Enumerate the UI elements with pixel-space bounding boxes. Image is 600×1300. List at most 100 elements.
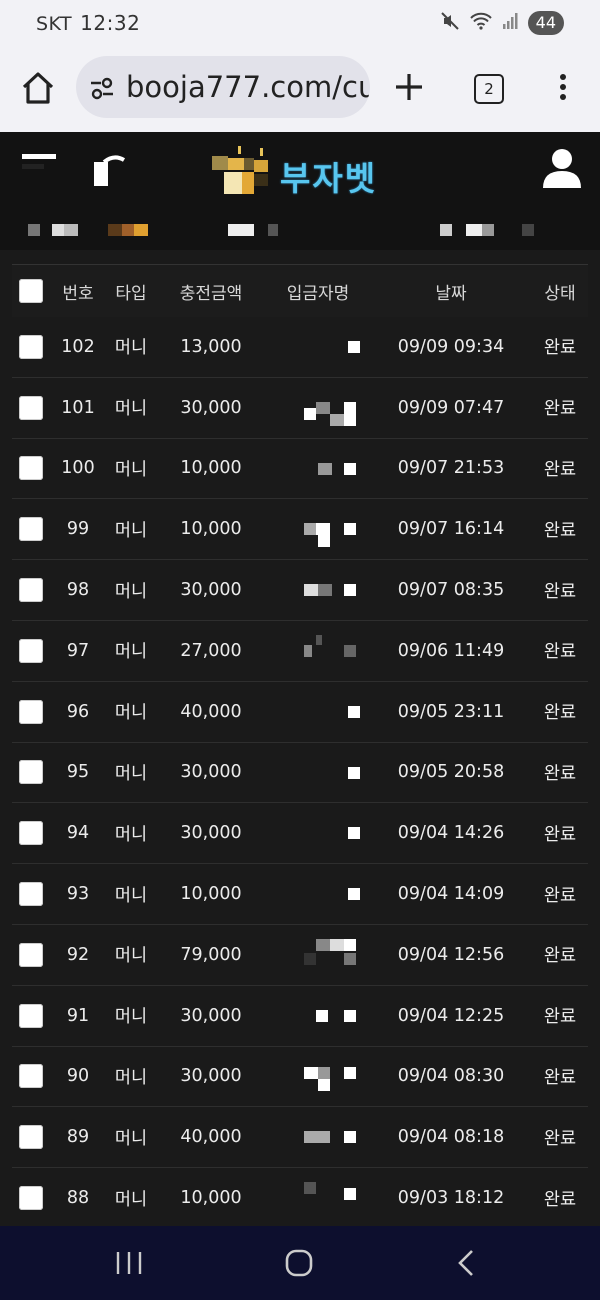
table-row[interactable]: 102 머니 13,000 09/09 09:34 완료 (12, 317, 588, 378)
plus-icon[interactable] (392, 70, 426, 104)
row-checkbox-cell (12, 1047, 50, 1107)
site-logo[interactable]: 부자벳 (198, 146, 408, 206)
row-status: 완료 (543, 642, 577, 663)
table-row[interactable]: 96 머니 40,000 09/05 23:11 완료 (12, 682, 588, 743)
row-amount: 30,000 (180, 397, 242, 418)
row-date: 09/04 12:25 (397, 1005, 505, 1026)
row-checkbox[interactable] (19, 395, 43, 420)
more-vert-icon[interactable] (548, 72, 578, 102)
row-checkbox[interactable] (19, 517, 43, 542)
row-checkbox[interactable] (19, 942, 43, 967)
row-type: 머니 (114, 824, 148, 845)
row-depositor-redacted (266, 621, 370, 681)
system-nav-bar (0, 1226, 600, 1300)
row-status: 완료 (543, 581, 577, 602)
row-status: 완료 (543, 399, 577, 420)
row-no: 97 (66, 640, 90, 661)
row-checkbox-cell (12, 499, 50, 559)
history-icon[interactable] (92, 154, 126, 188)
logo-text: 부자벳 (280, 159, 378, 198)
row-date: 09/04 14:09 (397, 884, 505, 905)
table-row[interactable]: 93 머니 10,000 09/04 14:09 완료 (12, 864, 588, 925)
row-date: 09/04 14:26 (397, 823, 505, 844)
row-depositor-redacted (266, 439, 370, 499)
row-checkbox-cell (12, 803, 50, 863)
select-all-checkbox[interactable] (19, 279, 43, 303)
row-type: 머니 (114, 581, 148, 602)
row-depositor-redacted (266, 743, 370, 803)
status-icons: 44 (440, 11, 564, 35)
table-header: 번호 타입 충전금액 입금자명 날짜 상태 (12, 264, 588, 317)
table-row[interactable]: 95 머니 30,000 09/05 20:58 완료 (12, 743, 588, 804)
table-row[interactable]: 99 머니 10,000 09/07 16:14 완료 (12, 499, 588, 561)
table-row[interactable]: 100 머니 10,000 09/07 21:53 완료 (12, 439, 588, 500)
tune-icon[interactable] (88, 74, 116, 102)
row-checkbox[interactable] (19, 334, 43, 359)
row-type: 머니 (114, 642, 148, 663)
row-checkbox[interactable] (19, 1125, 43, 1150)
table-row[interactable]: 101 머니 30,000 09/09 07:47 완료 (12, 378, 588, 439)
nav-back-icon[interactable] (454, 1248, 478, 1278)
redacted-name-mosaic (304, 1066, 360, 1091)
row-no: 93 (66, 884, 90, 905)
recents-icon[interactable] (114, 1250, 144, 1276)
table-row[interactable]: 88 머니 10,000 09/03 18:12 완료 (12, 1168, 588, 1229)
row-checkbox[interactable] (19, 456, 43, 481)
row-depositor-redacted (266, 1107, 370, 1167)
row-checkbox[interactable] (19, 578, 43, 603)
table-row[interactable]: 94 머니 30,000 09/04 14:26 완료 (12, 803, 588, 865)
row-date: 09/04 08:18 (397, 1127, 505, 1148)
row-checkbox[interactable] (19, 1186, 43, 1211)
redacted-info-row (0, 216, 600, 242)
row-depositor-redacted (266, 499, 370, 559)
row-status: 완료 (543, 1189, 577, 1210)
row-amount: 40,000 (180, 701, 242, 722)
row-depositor-redacted (266, 682, 370, 742)
redacted-name-mosaic (304, 827, 360, 841)
row-checkbox[interactable] (19, 882, 43, 907)
status-bar: SKT 12:32 44 (0, 0, 600, 46)
row-checkbox[interactable] (19, 760, 43, 785)
row-depositor-redacted (266, 378, 370, 438)
row-status: 완료 (543, 824, 577, 845)
table-row[interactable]: 97 머니 27,000 09/06 11:49 완료 (12, 621, 588, 682)
redacted-name-mosaic (304, 634, 360, 659)
table-row[interactable]: 92 머니 79,000 09/04 12:56 완료 (12, 925, 588, 986)
tab-switcher-button[interactable]: 2 (474, 74, 504, 104)
table-row[interactable]: 91 머니 30,000 09/04 12:25 완료 (12, 986, 588, 1047)
row-date: 09/05 23:11 (397, 701, 505, 722)
table-row[interactable]: 98 머니 30,000 09/07 08:35 완료 (12, 560, 588, 621)
address-bar[interactable]: booja777.com/cu (76, 56, 370, 118)
menu-icon[interactable] (22, 154, 56, 180)
row-checkbox[interactable] (19, 699, 43, 724)
row-type: 머니 (114, 1189, 148, 1210)
row-date: 09/07 16:14 (397, 519, 505, 540)
row-type: 머니 (114, 399, 148, 420)
home-icon[interactable] (18, 68, 58, 108)
row-checkbox-cell (12, 378, 50, 438)
row-depositor-redacted (266, 1168, 370, 1228)
row-status: 완료 (543, 1007, 577, 1028)
header-depositor: 입금자명 (286, 283, 350, 304)
table-row[interactable]: 89 머니 40,000 09/04 08:18 완료 (12, 1107, 588, 1169)
row-checkbox[interactable] (19, 821, 43, 846)
row-depositor-redacted (266, 1047, 370, 1107)
row-checkbox[interactable] (19, 1003, 43, 1028)
row-amount: 30,000 (180, 1005, 242, 1026)
row-status: 완료 (543, 703, 577, 724)
row-status: 완료 (543, 885, 577, 906)
row-checkbox-cell (12, 317, 50, 377)
row-type: 머니 (114, 1067, 148, 1088)
row-status: 완료 (543, 763, 577, 784)
row-checkbox[interactable] (19, 1064, 43, 1089)
row-checkbox-cell (12, 560, 50, 620)
row-date: 09/09 09:34 (397, 336, 505, 357)
carrier-time: SKT 12:32 (36, 11, 140, 35)
row-amount: 10,000 (180, 458, 242, 479)
row-status: 완료 (543, 338, 577, 359)
table-row[interactable]: 90 머니 30,000 09/04 08:30 완료 (12, 1047, 588, 1108)
row-type: 머니 (114, 338, 148, 359)
row-checkbox[interactable] (19, 638, 43, 663)
user-icon[interactable] (540, 146, 584, 190)
nav-home-icon[interactable] (284, 1248, 314, 1278)
